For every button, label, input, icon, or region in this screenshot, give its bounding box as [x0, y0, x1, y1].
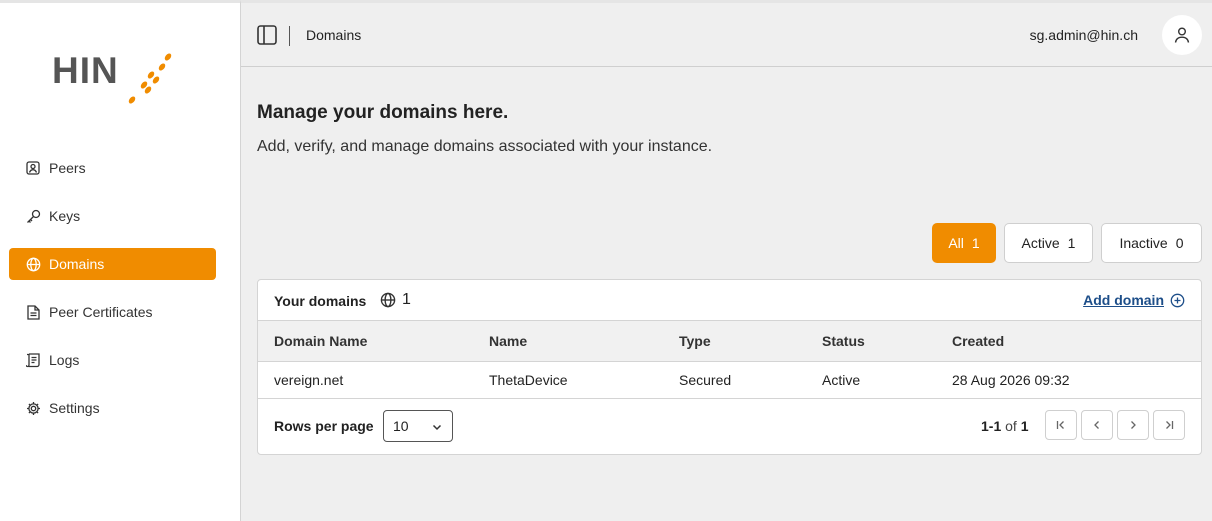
- sidebar-item-label: Domains: [49, 256, 105, 272]
- last-page-button[interactable]: [1153, 410, 1185, 440]
- page-range: 1-1: [981, 418, 1002, 434]
- user-email: sg.admin@hin.ch: [1029, 27, 1138, 43]
- sidebar-item-logs[interactable]: Logs: [9, 344, 216, 376]
- filter-label: All: [948, 235, 964, 251]
- sidebar-toggle-button[interactable]: [256, 24, 278, 46]
- column-header-created[interactable]: Created: [952, 321, 1004, 361]
- hin-logo[interactable]: HIN: [52, 51, 177, 107]
- filter-inactive-button[interactable]: Inactive 0: [1101, 223, 1202, 263]
- add-domain-label: Add domain: [1083, 292, 1164, 308]
- sidebar-nav: Peers Keys Domains Peer Certificates Log…: [9, 152, 216, 440]
- add-domain-button[interactable]: Add domain: [1083, 292, 1185, 308]
- filter-label: Active: [1021, 235, 1060, 251]
- cell-name: ThetaDevice: [489, 372, 568, 388]
- peers-icon: [25, 160, 41, 176]
- filter-label: Inactive: [1119, 235, 1168, 251]
- topbar: Domains sg.admin@hin.ch: [241, 0, 1212, 67]
- column-header-type[interactable]: Type: [679, 321, 711, 361]
- column-header-domain-name[interactable]: Domain Name: [274, 321, 367, 361]
- page-range-info: 1-1 of 1: [981, 418, 1029, 434]
- filter-count: 1: [971, 235, 980, 251]
- globe-icon: [380, 292, 396, 308]
- domain-count-value: 1: [402, 291, 411, 308]
- table-row[interactable]: vereign.net ThetaDevice Secured Active 2…: [258, 362, 1201, 399]
- sidebar-item-peers[interactable]: Peers: [9, 152, 216, 184]
- sidebar-item-domains[interactable]: Domains: [9, 248, 216, 280]
- sidebar-item-peer-certificates[interactable]: Peer Certificates: [9, 296, 216, 328]
- breadcrumb: Domains: [306, 27, 362, 43]
- cell-created: 28 Aug 2026 09:32: [952, 372, 1070, 388]
- filter-count: 0: [1175, 235, 1184, 251]
- user-avatar-button[interactable]: [1162, 15, 1202, 55]
- cell-domain-name: vereign.net: [274, 372, 344, 388]
- sidebar-item-label: Peer Certificates: [49, 304, 153, 320]
- domains-card: Your domains 1 Add domain Domain Name Na…: [257, 279, 1202, 455]
- globe-icon: [25, 256, 41, 272]
- first-page-button[interactable]: [1045, 410, 1077, 440]
- filter-count: 1: [1067, 235, 1076, 251]
- sidebar-item-settings[interactable]: Settings: [9, 392, 216, 424]
- user-icon: [1174, 27, 1190, 43]
- filter-all-button[interactable]: All 1: [932, 223, 996, 263]
- sidebar-panel-icon: [257, 25, 277, 45]
- sidebar-item-label: Peers: [49, 160, 86, 176]
- page-total: 1: [1020, 418, 1029, 434]
- rows-per-page-value: 10: [393, 418, 409, 434]
- filter-active-button[interactable]: Active 1: [1004, 223, 1093, 263]
- table-header: Domain Name Name Type Status Created: [258, 321, 1201, 362]
- column-header-name[interactable]: Name: [489, 321, 527, 361]
- chevron-left-icon: [1094, 421, 1099, 429]
- column-header-status[interactable]: Status: [822, 321, 865, 361]
- table-pagination: Rows per page 10 1-1 of 1: [258, 399, 1201, 455]
- next-page-button[interactable]: [1117, 410, 1149, 440]
- chevron-first-icon: [1056, 421, 1064, 429]
- logo-text: HIN: [52, 50, 119, 91]
- previous-page-button[interactable]: [1081, 410, 1113, 440]
- page-description: Add, verify, and manage domains associat…: [257, 138, 713, 155]
- domain-count: 1: [380, 291, 411, 309]
- gear-icon: [25, 400, 41, 416]
- page-title: Manage your domains here.: [257, 102, 509, 123]
- document-icon: [25, 304, 41, 320]
- page-of-label: of: [1005, 418, 1017, 434]
- cell-status: Active: [822, 372, 861, 388]
- sidebar-item-label: Logs: [49, 352, 80, 368]
- plus-circle-icon: [1170, 293, 1185, 307]
- chevron-last-icon: [1166, 421, 1174, 429]
- breadcrumb-divider: [289, 26, 290, 46]
- rows-per-page-select[interactable]: 10: [383, 410, 453, 442]
- sidebar-item-label: Settings: [49, 400, 100, 416]
- cell-type: Secured: [679, 372, 732, 388]
- chevron-right-icon: [1131, 421, 1136, 429]
- card-header: Your domains 1 Add domain: [258, 280, 1201, 321]
- sidebar-item-keys[interactable]: Keys: [9, 200, 216, 232]
- logo-dots-icon: [128, 53, 172, 104]
- logs-icon: [25, 352, 41, 368]
- chevron-down-icon: [432, 424, 442, 431]
- rows-per-page-label: Rows per page: [274, 418, 374, 434]
- sidebar-item-label: Keys: [49, 208, 81, 224]
- key-icon: [25, 208, 41, 224]
- card-title: Your domains: [274, 293, 367, 309]
- sidebar: HIN Peers Keys Domains Peer Certificates…: [0, 0, 241, 521]
